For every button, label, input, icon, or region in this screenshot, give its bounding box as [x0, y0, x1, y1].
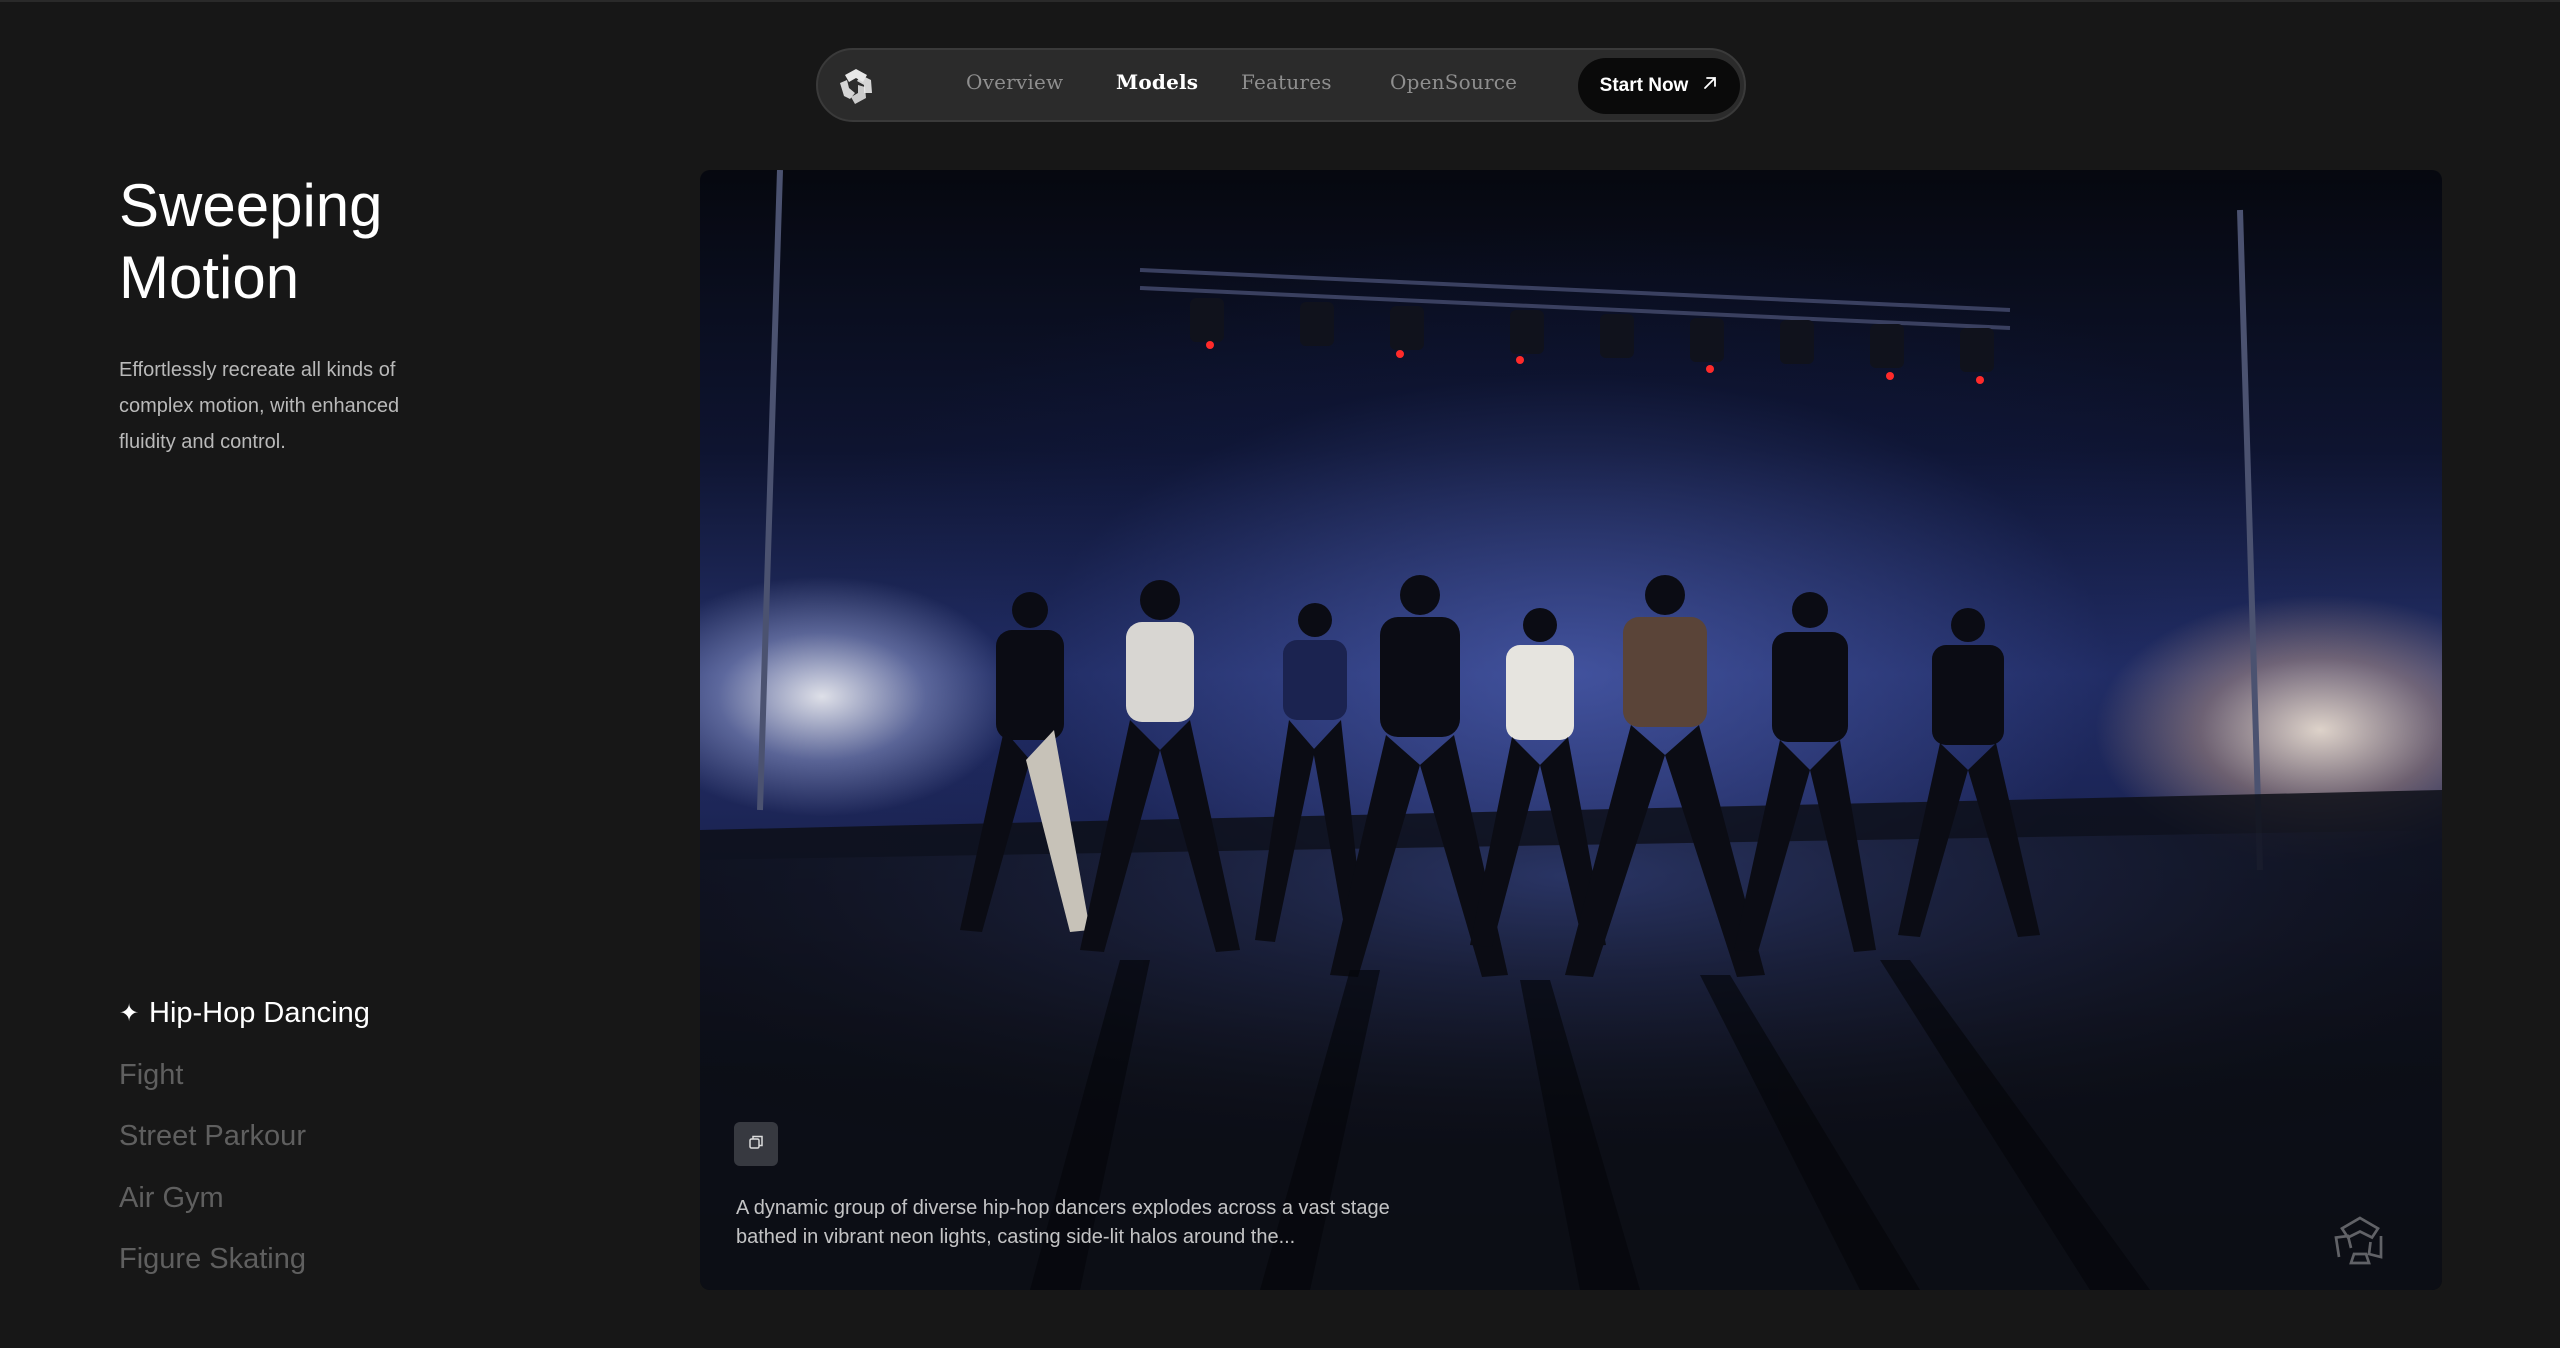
category-label: Hip-Hop Dancing	[149, 997, 370, 1029]
nav-link-overview[interactable]: Overview	[966, 70, 1063, 94]
copy-prompt-button[interactable]	[734, 1122, 778, 1166]
nav-link-models[interactable]: Models	[1116, 70, 1198, 94]
arrow-up-right-icon	[1702, 75, 1718, 97]
motion-category-list: ✦ Hip-Hop Dancing Fight Street Parkour A…	[119, 992, 539, 1300]
top-nav: Overview Models Features OpenSource Star…	[816, 48, 1746, 122]
category-item-air-gym[interactable]: Air Gym	[119, 1177, 539, 1239]
category-item-hip-hop-dancing[interactable]: ✦ Hip-Hop Dancing	[119, 992, 539, 1054]
copy-icon	[747, 1133, 765, 1156]
start-now-label: Start Now	[1599, 75, 1689, 96]
sparkle-icon: ✦	[119, 1000, 140, 1027]
start-now-button[interactable]: Start Now	[1578, 58, 1740, 114]
video-preview[interactable]: A dynamic group of diverse hip-hop dance…	[700, 170, 2442, 1290]
section-title-line-1: Sweeping	[119, 172, 383, 239]
section-title: Sweeping Motion	[119, 170, 539, 314]
category-item-street-parkour[interactable]: Street Parkour	[119, 1115, 539, 1177]
category-label: Air Gym	[119, 1181, 224, 1214]
page: Overview Models Features OpenSource Star…	[0, 0, 2560, 1348]
category-label: Fight	[119, 1058, 184, 1091]
nav-link-opensource[interactable]: OpenSource	[1390, 70, 1517, 94]
category-label: Street Parkour	[119, 1120, 306, 1152]
watermark-logo-icon	[2330, 1212, 2390, 1272]
section-title-line-2: Motion	[119, 244, 300, 311]
category-item-figure-skating[interactable]: Figure Skating	[119, 1238, 539, 1300]
category-item-fight[interactable]: Fight	[119, 1054, 539, 1116]
category-label: Figure Skating	[119, 1243, 306, 1275]
nav-link-features[interactable]: Features	[1241, 70, 1332, 94]
section-description: Effortlessly recreate all kinds of compl…	[119, 359, 400, 453]
dance-stage-scene	[700, 170, 2442, 1290]
video-caption: A dynamic group of diverse hip-hop dance…	[736, 1197, 1390, 1248]
